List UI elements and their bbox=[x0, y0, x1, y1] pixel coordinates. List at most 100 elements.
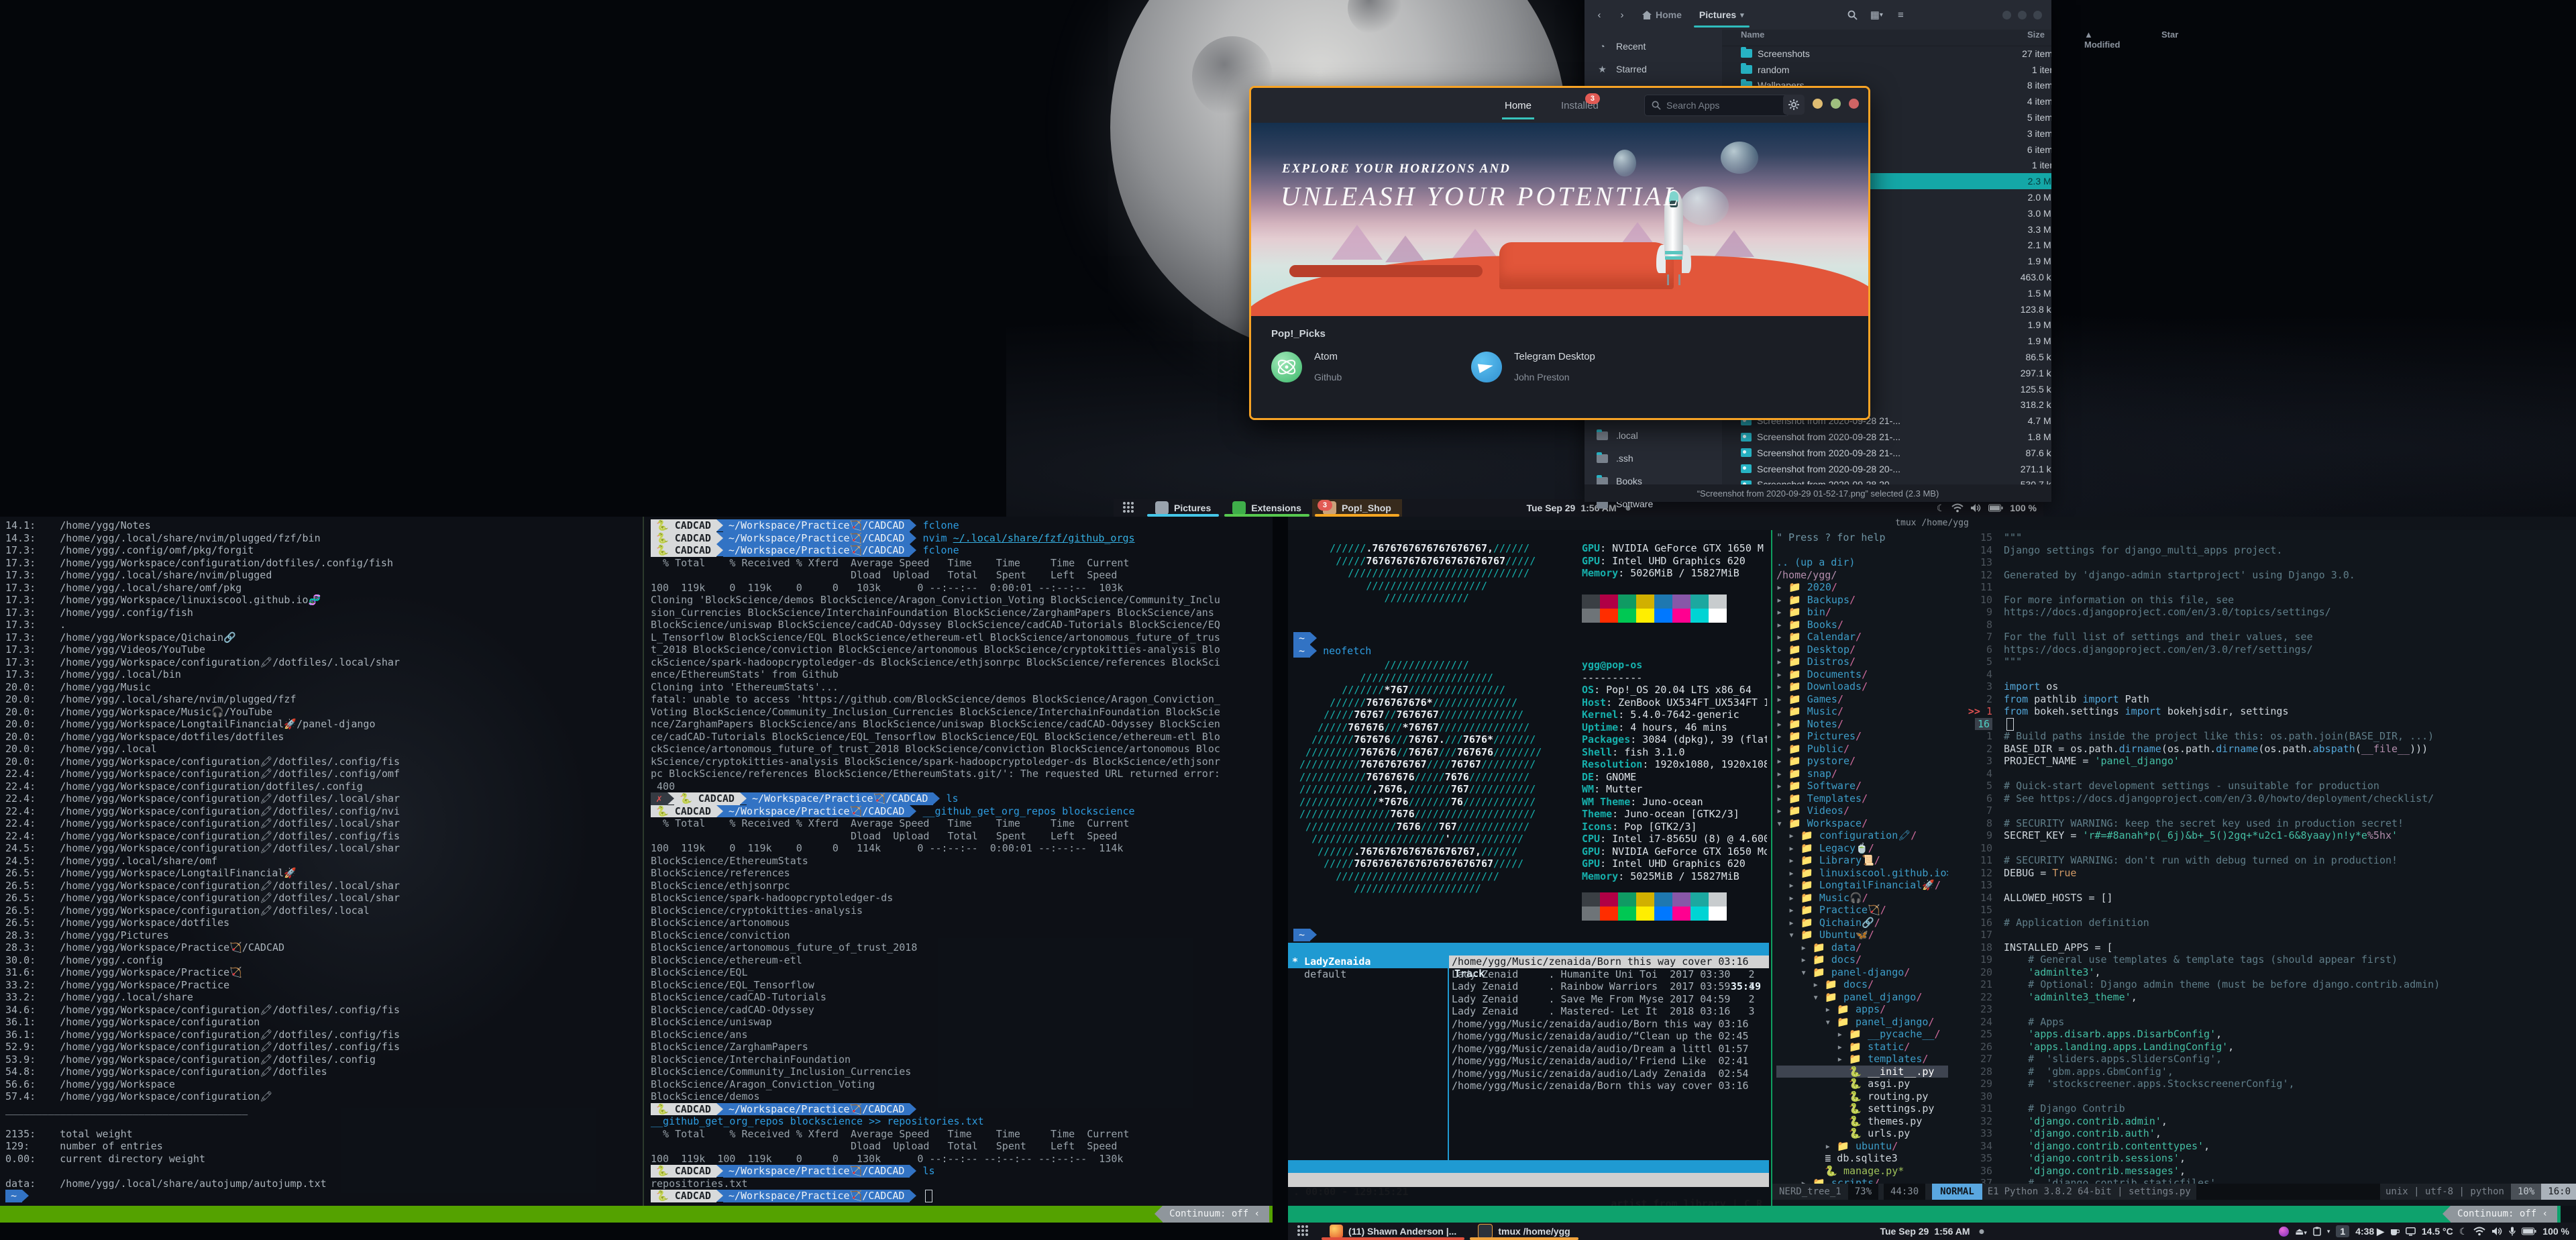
tmux-pane-divider[interactable] bbox=[643, 517, 644, 1206]
tree-node[interactable]: ▸ 📁 linuxiscool.github.io> bbox=[1776, 867, 1948, 880]
track-row[interactable]: /home/ygg/Music/zenaida/audio/Dream a li… bbox=[1449, 1043, 1769, 1055]
window-button-close[interactable] bbox=[1849, 99, 1859, 109]
tree-node[interactable]: ▸ 📁 Templates/ bbox=[1776, 792, 1948, 805]
tree-node[interactable]: ▸ 📁 Backups/ bbox=[1776, 594, 1948, 607]
volume-icon[interactable] bbox=[1970, 503, 1982, 513]
table-row[interactable]: Screenshot from 2020-09-28 21-...1.8 MBY… bbox=[1722, 429, 2051, 445]
window-button-minimize[interactable] bbox=[1813, 99, 1823, 109]
tab-installed[interactable]: Installed 3 bbox=[1558, 96, 1601, 115]
tree-node[interactable]: ▸ 📁 docs/ bbox=[1776, 978, 1948, 991]
menu-button[interactable]: ≡ bbox=[1891, 5, 1910, 24]
tree-node[interactable]: ▸ 📁 Library📜/ bbox=[1776, 854, 1948, 867]
table-row[interactable]: Screenshot from 2020-09-28 20...530.7 kB… bbox=[1722, 477, 2051, 484]
tree-node[interactable]: ▸ 📁 Games/ bbox=[1776, 693, 1948, 706]
neofetch-pane[interactable]: //////.7676767676767676767,////// /////7… bbox=[1293, 530, 1767, 943]
tree-node[interactable]: ▸ 📁 data/ bbox=[1776, 941, 1948, 954]
tree-node[interactable]: ▸ 📁 Calendar/ bbox=[1776, 631, 1948, 643]
tree-node[interactable]: ≣ db.sqlite3 bbox=[1776, 1152, 1948, 1165]
tree-node[interactable]: ▸ 📁 Pictures/ bbox=[1776, 730, 1948, 743]
tree-node[interactable]: 🐍 themes.py bbox=[1776, 1115, 1948, 1128]
display-icon[interactable] bbox=[2406, 1227, 2416, 1236]
tree-node[interactable]: ▾ 📁 panel-django/ bbox=[1776, 966, 1948, 979]
fm-column-headers[interactable]: Name Size ▲ Modified Star bbox=[1722, 30, 2051, 46]
cmus-track-list[interactable]: /home/ygg/Music/zenaida/Born this way co… bbox=[1449, 955, 1769, 1092]
search-apps-input[interactable]: Search Apps bbox=[1644, 95, 1789, 116]
tree-node[interactable]: ▸ 📁 Music🎧/ bbox=[1776, 892, 1948, 905]
tree-node[interactable]: ▸ 📁 Books/ bbox=[1776, 619, 1948, 631]
tree-node[interactable]: ▸ 📁 Videos/ bbox=[1776, 805, 1948, 817]
tree-node[interactable]: ▸ 📁 Public/ bbox=[1776, 743, 1948, 756]
color-profile-icon[interactable] bbox=[2279, 1227, 2289, 1237]
night-light-icon[interactable]: ☾ bbox=[1937, 503, 1945, 514]
window-button-maximize[interactable] bbox=[1831, 99, 1841, 109]
battery-icon[interactable] bbox=[1988, 504, 2003, 512]
sidebar-item-local[interactable]: .local bbox=[1585, 424, 1722, 447]
cmus-player-pane[interactable]: Playlist Track 35:49 * LadyZenaida defau… bbox=[1288, 943, 1769, 1206]
tree-node[interactable]: ▸ 📁 Documents/ bbox=[1776, 668, 1948, 681]
view-grid-button[interactable]: ▦ ▾ bbox=[1867, 5, 1886, 24]
autojump-output-pane[interactable]: 14.1: /home/ygg/Notes 14.3: /home/ygg/.l… bbox=[5, 519, 639, 1204]
tree-node[interactable]: /home/ygg/ bbox=[1776, 569, 1948, 582]
clipboard-icon[interactable] bbox=[2313, 1227, 2321, 1236]
playlist-item[interactable]: * LadyZenaida bbox=[1288, 955, 1448, 968]
track-row[interactable]: Lady Zenaid . Mastered- Let It 2018 03:1… bbox=[1449, 1005, 1769, 1018]
tree-node[interactable]: 🐍 settings.py bbox=[1776, 1102, 1948, 1115]
track-row[interactable]: /home/ygg/Music/zenaida/audio/“Clean up … bbox=[1449, 1030, 1769, 1043]
tree-node[interactable]: ▸ 📁 snap/ bbox=[1776, 768, 1948, 780]
tree-node[interactable]: ▸ 📁 Desktop/ bbox=[1776, 643, 1948, 656]
tree-node[interactable]: ▸ 📁 __pycache__/ bbox=[1776, 1028, 1948, 1041]
search-button[interactable] bbox=[1843, 5, 1862, 24]
track-row[interactable]: Lady Zenaid . Rainbow Warriors 2017 03:5… bbox=[1449, 980, 1769, 993]
taskbar-app-tmux[interactable]: tmux /home/ygg bbox=[1467, 1223, 1580, 1240]
tree-node[interactable]: ▸ 📁 Practice🏹/ bbox=[1776, 904, 1948, 917]
tree-node[interactable]: ▸ 📁 static/ bbox=[1776, 1041, 1948, 1053]
track-row[interactable]: /home/ygg/Music/zenaida/audio/'Friend Li… bbox=[1449, 1055, 1769, 1068]
tree-node[interactable]: ▸ 📁 configuration🖍/ bbox=[1776, 829, 1948, 842]
table-row[interactable]: random1 itemThu☆ bbox=[1722, 62, 2051, 78]
breadcrumb-home[interactable]: Home bbox=[1635, 5, 1688, 25]
wifi-icon[interactable] bbox=[2473, 1227, 2485, 1236]
pop-shop-banner[interactable]: EXPLORE YOUR HORIZONS AND UNLEASH YOUR P… bbox=[1251, 123, 1868, 316]
taskbar-app-pictures[interactable]: Pictures bbox=[1144, 499, 1222, 517]
timer[interactable]: 4:38 ▶ bbox=[2355, 1226, 2384, 1237]
bottom-clock[interactable]: Tue Sep 29 1:56 AM bbox=[1880, 1226, 1984, 1237]
pop-shop-window-buttons[interactable] bbox=[1813, 99, 1859, 109]
tree-node[interactable]: ▸ 📁 pystore/ bbox=[1776, 755, 1948, 768]
coffee-icon[interactable] bbox=[2390, 1227, 2400, 1236]
tree-node[interactable]: ▸ 📁 Legacy🍵/ bbox=[1776, 842, 1948, 855]
tree-node[interactable]: 🐍 urls.py bbox=[1776, 1127, 1948, 1140]
taskbar-app-popshop[interactable]: Pop!_Shop3 bbox=[1312, 499, 1402, 517]
playlist-item[interactable]: default bbox=[1288, 968, 1448, 981]
forward-button[interactable]: › bbox=[1613, 5, 1631, 24]
tab-home[interactable]: Home bbox=[1502, 96, 1534, 115]
table-row[interactable]: Screenshot from 2020-09-28 21-...87.6 kB… bbox=[1722, 445, 2051, 461]
eject-icon[interactable]: ⏏▾ bbox=[2295, 1226, 2307, 1237]
tree-node[interactable]: ▸ 📁 bin/ bbox=[1776, 606, 1948, 619]
tree-node[interactable]: ▸ 📁 LongtailFinancial🚀/ bbox=[1776, 879, 1948, 892]
tree-node[interactable]: ▸ 📁 Qichain🔗/ bbox=[1776, 917, 1948, 929]
weather-temperature[interactable]: 14.5 °C bbox=[2422, 1226, 2453, 1237]
tree-node[interactable]: ▸ 📁 Distros/ bbox=[1776, 656, 1948, 668]
tree-node[interactable]: ▾ 📁 Ubuntu🦋/ bbox=[1776, 929, 1948, 941]
tree-node[interactable]: 🐍 manage.py* bbox=[1776, 1165, 1948, 1178]
track-row[interactable]: Lady Zenaid . Humanite Uni Toi 2017 03:3… bbox=[1449, 968, 1769, 981]
tree-node[interactable]: 🐍 routing.py bbox=[1776, 1090, 1948, 1103]
tree-node[interactable]: ▸ 📁 scripts/ bbox=[1776, 1177, 1948, 1184]
tree-node[interactable]: ▸ 📁 ubuntu/ bbox=[1776, 1140, 1948, 1153]
sidebar-item-recent[interactable]: ◔Recent bbox=[1585, 35, 1722, 58]
tree-node[interactable]: " Press ? for help bbox=[1776, 531, 1948, 544]
settings-gear-button[interactable] bbox=[1783, 95, 1805, 115]
sidebar-item-starred[interactable]: ★Starred bbox=[1585, 58, 1722, 81]
taskbar-app-firefox[interactable]: (11) Shawn Anderson |... bbox=[1319, 1223, 1467, 1240]
sidebar-item-ssh[interactable]: .ssh bbox=[1585, 447, 1722, 470]
track-row[interactable]: Lady Zenaid . Save Me From Myse 2017 04:… bbox=[1449, 993, 1769, 1006]
fish-shell-pane[interactable]: 🐍 CADCAD~/Workspace/Practice🏹/CADCAD fcl… bbox=[651, 519, 1268, 1204]
tree-node[interactable]: ▸ 📁 docs/ bbox=[1776, 953, 1948, 966]
cmus-playlists[interactable]: * LadyZenaida default bbox=[1288, 955, 1448, 980]
table-row[interactable]: Screenshots27 items12:57 AM☆ bbox=[1722, 46, 2051, 62]
back-button[interactable]: ‹ bbox=[1590, 5, 1609, 24]
wifi-icon[interactable] bbox=[1951, 503, 1964, 513]
table-row[interactable]: Screenshot from 2020-09-28 20-...271.1 k… bbox=[1722, 461, 2051, 477]
app-card-atom[interactable]: Atom Github bbox=[1271, 351, 1342, 382]
app-grid-icon[interactable] bbox=[1297, 1225, 1309, 1237]
